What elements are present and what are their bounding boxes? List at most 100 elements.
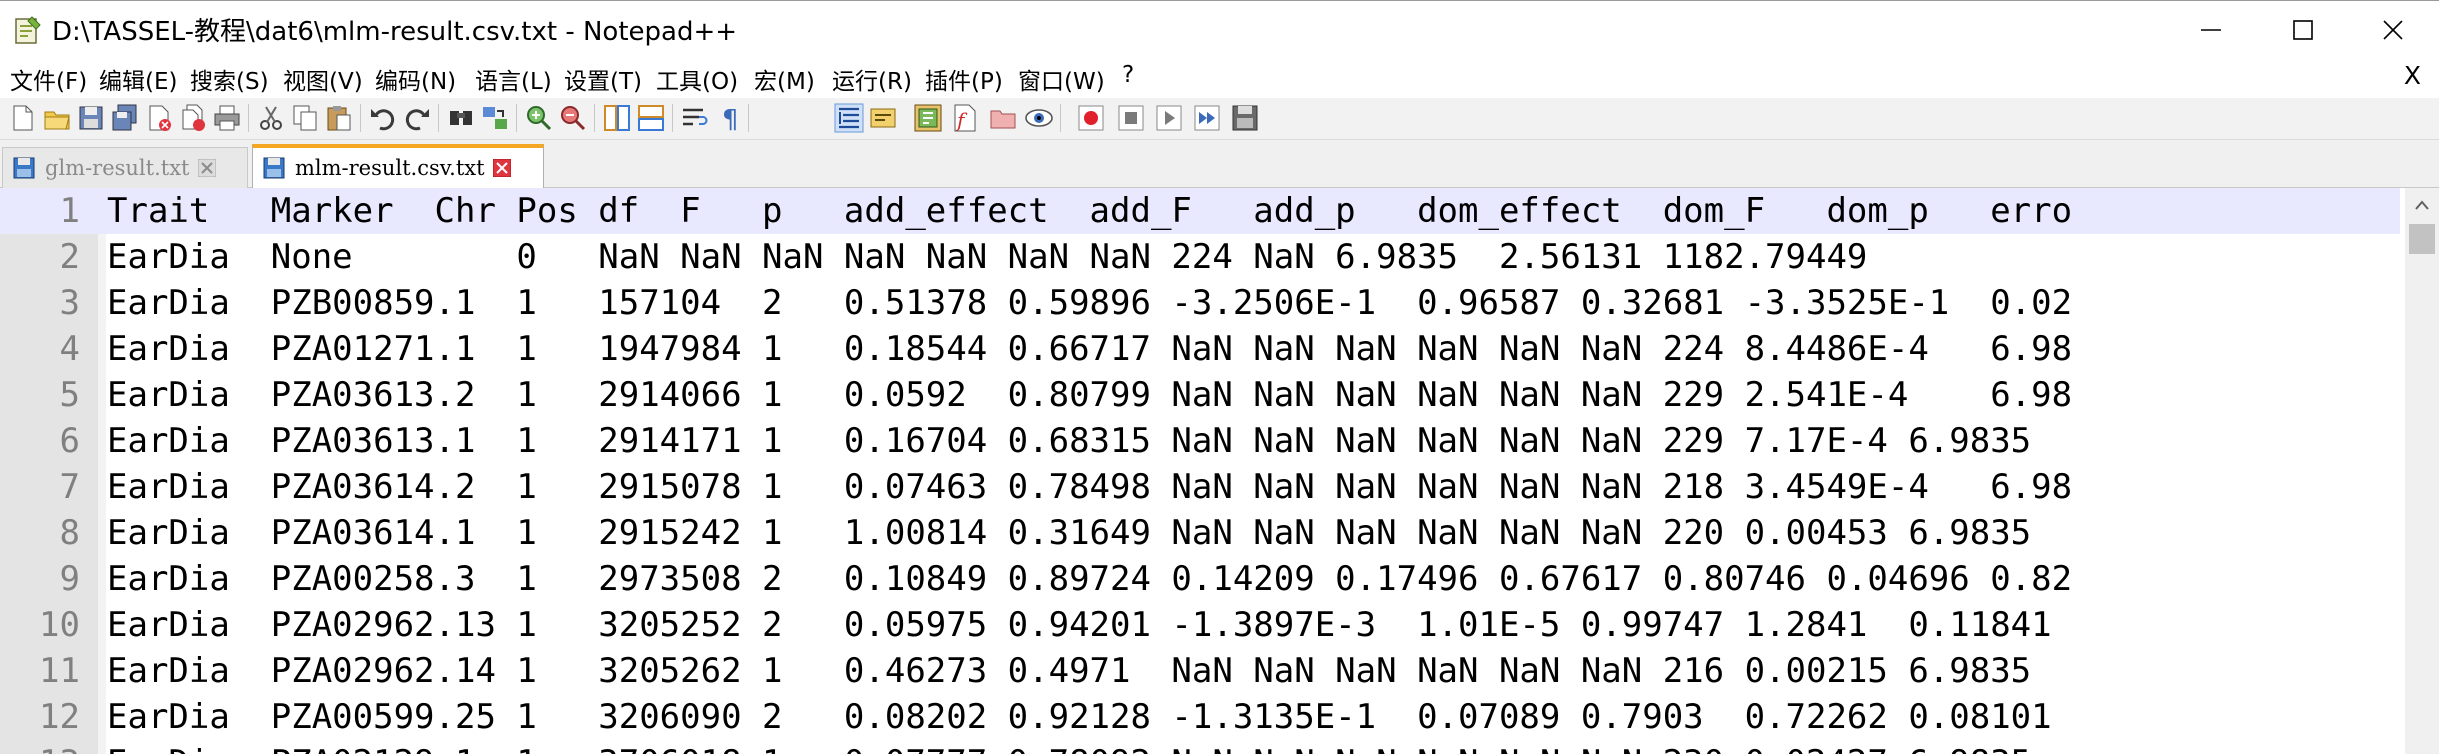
line-text[interactable]: EarDia PZA02129.1 1 3706018 1 0.07777 0.… — [107, 740, 2031, 754]
redo-icon[interactable] — [402, 103, 432, 133]
menu-language[interactable]: 语言(L) — [475, 62, 552, 96]
close-file-icon[interactable] — [144, 103, 174, 133]
maximize-button[interactable] — [2257, 1, 2349, 59]
toolbar-separator — [1060, 104, 1061, 132]
text-line[interactable]: 11 EarDia PZA02962.14 1 3205262 1 0.46273… — [0, 648, 2400, 694]
text-line[interactable]: 2 EarDia None 0 NaN NaN NaN NaN NaN NaN N… — [0, 234, 2400, 280]
line-text[interactable]: EarDia PZA01271.1 1 1947984 1 0.18544 0.… — [107, 326, 2072, 372]
line-text[interactable]: EarDia PZA03613.1 1 2914171 1 0.16704 0.… — [107, 418, 2031, 464]
title-bar: D:\TASSEL-教程\dat6\mlm-result.csv.txt - N… — [0, 0, 2439, 58]
tab-label: mlm-result.csv.txt — [295, 156, 485, 180]
close-window-button[interactable] — [2347, 1, 2439, 59]
tab-mlm-result[interactable]: mlm-result.csv.txt — [252, 144, 544, 188]
line-number: 10 — [39, 605, 80, 645]
close-tab-icon[interactable] — [197, 159, 216, 177]
record-macro-icon[interactable] — [1076, 103, 1106, 133]
line-text[interactable]: Trait Marker Chr Pos df F p add_effect a… — [107, 188, 2072, 234]
menu-edit[interactable]: 编辑(E) — [99, 62, 177, 96]
menu-view[interactable]: 视图(V) — [283, 62, 363, 96]
toolbar-separator — [594, 104, 595, 132]
line-number: 4 — [59, 329, 80, 369]
tab-strip: glm-result.txt mlm-result.csv.txt — [0, 140, 2439, 188]
show-all-characters-icon[interactable]: ¶ — [714, 103, 744, 133]
line-text[interactable]: EarDia None 0 NaN NaN NaN NaN NaN NaN Na… — [107, 234, 1867, 280]
menu-search[interactable]: 搜索(S) — [190, 62, 269, 96]
sync-horizontal-scroll-icon[interactable] — [636, 103, 666, 133]
text-line[interactable]: 10 EarDia PZA02962.13 1 3205252 2 0.05975… — [0, 602, 2400, 648]
line-number: 6 — [59, 421, 80, 461]
menu-file[interactable]: 文件(F) — [10, 62, 87, 96]
maximize-icon — [2293, 20, 2313, 40]
save-all-icon[interactable] — [110, 103, 140, 133]
line-text[interactable]: EarDia PZA00258.3 1 2973508 2 0.10849 0.… — [107, 556, 2072, 602]
indent-guide-icon[interactable] — [834, 103, 864, 133]
find-icon[interactable] — [446, 103, 476, 133]
line-text[interactable]: EarDia PZA03614.1 1 2915242 1 1.00814 0.… — [107, 510, 2031, 556]
undo-icon[interactable] — [368, 103, 398, 133]
open-file-icon[interactable] — [42, 103, 72, 133]
text-line[interactable]: 4 EarDia PZA01271.1 1 1947984 1 0.18544 0… — [0, 326, 2400, 372]
close-tab-icon[interactable] — [492, 159, 511, 177]
save-icon[interactable] — [76, 103, 106, 133]
line-text[interactable]: EarDia PZA02962.14 1 3205262 1 0.46273 0… — [107, 648, 2031, 694]
paste-icon[interactable] — [324, 103, 354, 133]
run-macro-multiple-icon[interactable] — [1192, 103, 1222, 133]
scrollbar-thumb[interactable] — [2409, 224, 2435, 254]
text-line[interactable]: 3 EarDia PZB00859.1 1 157104 2 0.51378 0.… — [0, 280, 2400, 326]
toolbar-separator — [672, 104, 673, 132]
stop-macro-icon[interactable] — [1116, 103, 1146, 133]
text-line[interactable]: 9 EarDia PZA00258.3 1 2973508 2 0.10849 0… — [0, 556, 2400, 602]
line-text[interactable]: EarDia PZA00599.25 1 3206090 2 0.08202 0… — [107, 694, 2052, 740]
line-number: 13 — [0, 740, 80, 754]
minimize-button[interactable] — [2165, 1, 2257, 59]
play-macro-icon[interactable] — [1154, 103, 1184, 133]
text-line[interactable]: 5 EarDia PZA03613.2 1 2914066 1 0.0592 0.… — [0, 372, 2400, 418]
folder-as-workspace-icon[interactable] — [988, 103, 1018, 133]
close-all-icon[interactable] — [178, 103, 208, 133]
line-number: 9 — [59, 559, 80, 599]
print-icon[interactable] — [212, 103, 242, 133]
close-document-button[interactable]: X — [2404, 61, 2421, 90]
menu-run[interactable]: 运行(R) — [832, 62, 912, 96]
text-line[interactable]: 1 Trait Marker Chr Pos df F p add_effect … — [0, 188, 2400, 234]
line-number: 2 — [59, 237, 80, 277]
menu-plugins[interactable]: 插件(P) — [925, 62, 1003, 96]
tab-glm-result[interactable]: glm-result.txt — [2, 147, 248, 188]
copy-icon[interactable] — [290, 103, 320, 133]
line-text[interactable]: EarDia PZA03614.2 1 2915078 1 0.07463 0.… — [107, 464, 2072, 510]
scroll-up-button[interactable] — [2405, 188, 2439, 222]
text-line[interactable]: 8 EarDia PZA03614.1 1 2915242 1 1.00814 0… — [0, 510, 2400, 556]
line-number: 5 — [59, 375, 80, 415]
line-text[interactable]: EarDia PZA03613.2 1 2914066 1 0.0592 0.8… — [107, 372, 2072, 418]
user-defined-language-icon[interactable] — [868, 103, 898, 133]
line-number: 7 — [59, 467, 80, 507]
line-number: 3 — [59, 283, 80, 323]
toolbar-separator — [438, 104, 439, 132]
line-text[interactable]: EarDia PZA02962.13 1 3205252 2 0.05975 0… — [107, 602, 2052, 648]
document-map-icon[interactable] — [913, 103, 943, 133]
replace-icon[interactable] — [480, 103, 510, 133]
text-line[interactable]: 13 EarDia PZA02129.1 1 3706018 1 0.07777 … — [0, 740, 2400, 754]
menu-settings[interactable]: 设置(T) — [564, 62, 642, 96]
zoom-in-icon[interactable] — [524, 103, 554, 133]
vertical-scrollbar[interactable] — [2405, 188, 2439, 754]
menu-tools[interactable]: 工具(O) — [656, 62, 738, 96]
editor[interactable]: 1 Trait Marker Chr Pos df F p add_effect … — [0, 188, 2439, 754]
text-line[interactable]: 12 EarDia PZA00599.25 1 3206090 2 0.08202… — [0, 694, 2400, 740]
zoom-out-icon[interactable] — [558, 103, 588, 133]
menu-macro[interactable]: 宏(M) — [754, 62, 815, 96]
sync-vertical-scroll-icon[interactable] — [602, 103, 632, 133]
monitoring-icon[interactable] — [1024, 103, 1054, 133]
word-wrap-icon[interactable] — [680, 103, 710, 133]
text-line[interactable]: 7 EarDia PZA03614.2 1 2915078 1 0.07463 0… — [0, 464, 2400, 510]
menu-encoding[interactable]: 编码(N) — [375, 62, 456, 96]
line-number: 11 — [39, 651, 80, 691]
function-list-icon[interactable]: f — [950, 103, 980, 133]
text-line[interactable]: 6 EarDia PZA03613.1 1 2914171 1 0.16704 0… — [0, 418, 2400, 464]
cut-icon[interactable] — [256, 103, 286, 133]
menu-help[interactable]: ? — [1122, 62, 1134, 88]
save-macro-icon[interactable] — [1230, 103, 1260, 133]
menu-window[interactable]: 窗口(W) — [1018, 62, 1105, 96]
new-file-icon[interactable] — [8, 103, 38, 133]
line-text[interactable]: EarDia PZB00859.1 1 157104 2 0.51378 0.5… — [107, 280, 2072, 326]
